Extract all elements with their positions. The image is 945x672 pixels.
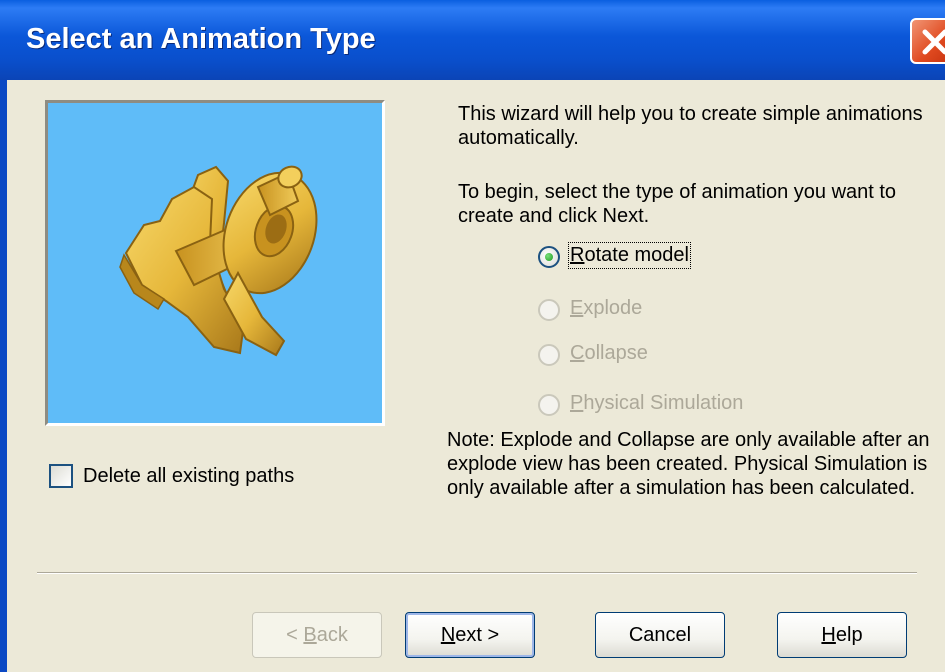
cancel-button[interactable]: Cancel [595,612,725,658]
radio-button-rotate-model[interactable] [538,246,560,268]
back-button[interactable]: < Back [252,612,382,658]
animation-preview-image [45,100,385,426]
delete-paths-checkbox[interactable] [49,464,73,488]
close-x-icon [922,29,945,55]
radio-label-rotate-model[interactable]: Rotate model [568,242,691,269]
button-separator [37,572,917,574]
dialog-title: Select an Animation Type [26,23,376,55]
instruction-text: To begin, select the type of animation y… [458,181,897,227]
gold-bracket-model-image [119,165,318,357]
help-button[interactable]: Help [777,612,907,658]
window-frame-left [0,80,7,672]
radio-label-physical-simulation: Physical Simulation [570,392,744,414]
delete-paths-label[interactable]: Delete all existing paths [83,465,294,488]
radio-selected-dot [545,253,553,261]
radio-button-physical-simulation [538,394,560,416]
availability-note: Note: Explode and Collapse are only avai… [447,429,930,499]
intro-text: This wizard will help you to create simp… [458,103,923,149]
radio-label-explode: Explode [570,297,643,319]
radio-button-collapse [538,344,560,366]
next-button[interactable]: Next > [405,612,535,658]
title-bar[interactable]: Select an Animation Type [0,0,945,80]
dialog-body: Delete all existing paths This wizard wi… [7,80,945,672]
radio-button-explode [538,299,560,321]
close-button[interactable] [910,18,945,64]
wizard-dialog: Select an Animation Type Delete all exis… [0,0,945,672]
radio-label-collapse: Collapse [570,342,648,364]
